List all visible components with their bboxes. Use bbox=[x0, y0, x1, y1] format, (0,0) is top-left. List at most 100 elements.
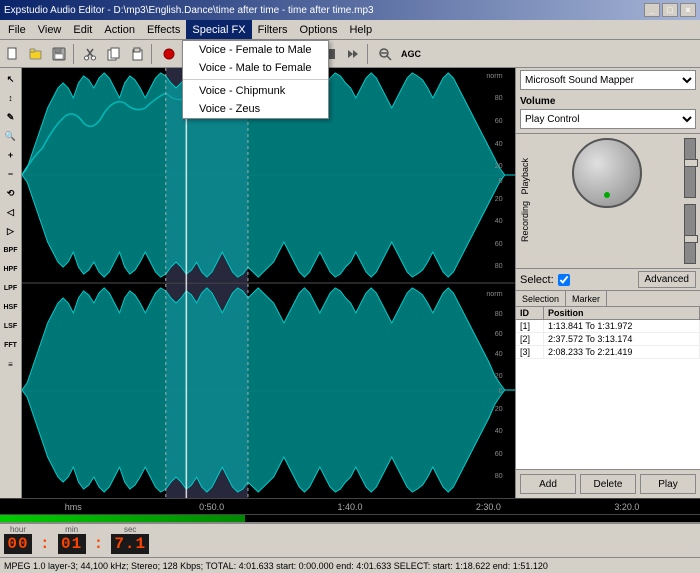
tool-prev[interactable]: ◁ bbox=[2, 203, 20, 221]
toolbar-paste[interactable] bbox=[126, 43, 148, 65]
playback-slider-thumb bbox=[684, 159, 698, 167]
statusbar: MPEG 1.0 layer-3; 44,100 kHz; Stereo; 12… bbox=[0, 557, 700, 573]
menu-voice-zeus[interactable]: Voice - Zeus bbox=[183, 100, 328, 118]
volume-knob[interactable] bbox=[572, 138, 642, 208]
menu-action[interactable]: Action bbox=[98, 20, 141, 39]
svg-text:80: 80 bbox=[495, 94, 503, 102]
volume-label: Volume bbox=[520, 96, 696, 107]
tool-undo[interactable]: ⟲ bbox=[2, 184, 20, 202]
play-marker-button[interactable]: Play bbox=[640, 474, 696, 494]
time-group-min: min 01 bbox=[58, 525, 86, 554]
tool-zoom[interactable]: 🔍 bbox=[2, 127, 20, 145]
toolbar-agc[interactable]: AGC bbox=[397, 43, 425, 65]
tool-hpf[interactable]: HPF bbox=[2, 260, 20, 278]
toolbar-separator-3 bbox=[367, 44, 371, 64]
main-area: ↖ ↕ ✎ 🔍 + − ⟲ ◁ ▷ BPF HPF LPF HSF LSF FF… bbox=[0, 68, 700, 498]
tool-bpf[interactable]: BPF bbox=[2, 241, 20, 259]
toolbar-new[interactable] bbox=[2, 43, 24, 65]
menubar: File View Edit Action Effects Special FX… bbox=[0, 20, 700, 40]
tool-lpf[interactable]: LPF bbox=[2, 279, 20, 297]
recording-slider[interactable] bbox=[684, 204, 696, 264]
svg-text:20: 20 bbox=[495, 195, 503, 203]
volume-section: Volume Play Control bbox=[516, 92, 700, 134]
tool-fft[interactable]: FFT bbox=[2, 336, 20, 354]
markers-table: [1] 1:13.841 To 1:31.972 [2] 2:37.572 To… bbox=[516, 320, 700, 469]
svg-text:norm: norm bbox=[486, 290, 502, 298]
menu-voice-chipmunk[interactable]: Voice - Chipmunk bbox=[183, 82, 328, 100]
delete-marker-button[interactable]: Delete bbox=[580, 474, 636, 494]
tl-hms: hms bbox=[4, 502, 142, 512]
left-toolbar: ↖ ↕ ✎ 🔍 + − ⟲ ◁ ▷ BPF HPF LPF HSF LSF FF… bbox=[0, 68, 22, 498]
dropdown-separator bbox=[183, 79, 328, 80]
marker-pos-1: 1:13.841 To 1:31.972 bbox=[544, 320, 700, 332]
svg-text:norm: norm bbox=[486, 72, 502, 80]
tool-zoom-out[interactable]: − bbox=[2, 165, 20, 183]
toolbar-end[interactable] bbox=[342, 43, 364, 65]
toolbar-open[interactable] bbox=[25, 43, 47, 65]
marker-row-1[interactable]: [1] 1:13.841 To 1:31.972 bbox=[516, 320, 700, 333]
close-button[interactable]: × bbox=[680, 3, 696, 17]
menu-special-fx[interactable]: Special FX bbox=[186, 20, 251, 39]
minimize-button[interactable]: _ bbox=[644, 3, 660, 17]
menu-file[interactable]: File bbox=[2, 20, 32, 39]
tool-hsf[interactable]: HSF bbox=[2, 298, 20, 316]
playback-label: Playback bbox=[520, 158, 530, 195]
menu-effects[interactable]: Effects bbox=[141, 20, 186, 39]
recording-slider-thumb bbox=[684, 235, 698, 243]
tool-zoom-in[interactable]: + bbox=[2, 146, 20, 164]
svg-text:80: 80 bbox=[495, 472, 503, 480]
toolbar-save[interactable] bbox=[48, 43, 70, 65]
timeline-labels: hms 0:50.0 1:40.0 2:30.0 3:20.0 bbox=[0, 502, 700, 512]
titlebar: Expstudio Audio Editor - D:\mp3\English.… bbox=[0, 0, 700, 20]
device-select-row: Microsoft Sound Mapper bbox=[516, 68, 700, 92]
statusbar-text: MPEG 1.0 layer-3; 44,100 kHz; Stereo; 12… bbox=[4, 561, 548, 571]
tab-marker[interactable]: Marker bbox=[566, 291, 607, 306]
tab-selection[interactable]: Selection bbox=[516, 291, 566, 306]
menu-view[interactable]: View bbox=[32, 20, 68, 39]
tool-spectrum[interactable]: ≡ bbox=[2, 355, 20, 373]
menu-help[interactable]: Help bbox=[343, 20, 378, 39]
progress-bar[interactable] bbox=[0, 514, 700, 522]
waveform-svg: norm 80 60 40 20 0 20 40 60 80 norm 80 6… bbox=[22, 68, 515, 498]
toolbar-record[interactable] bbox=[158, 43, 180, 65]
svg-text:60: 60 bbox=[495, 450, 503, 458]
playback-slider[interactable] bbox=[684, 138, 696, 198]
marker-row-2[interactable]: [2] 2:37.572 To 3:13.174 bbox=[516, 333, 700, 346]
menu-options[interactable]: Options bbox=[294, 20, 344, 39]
knob-indicator bbox=[604, 192, 610, 198]
menu-filters[interactable]: Filters bbox=[252, 20, 294, 39]
tool-pencil[interactable]: ✎ bbox=[2, 108, 20, 126]
select-checkbox[interactable] bbox=[558, 274, 570, 286]
markers-header: ID Position bbox=[516, 307, 700, 320]
menu-edit[interactable]: Edit bbox=[67, 20, 98, 39]
menu-voice-female-to-male[interactable]: Voice - Female to Male bbox=[183, 41, 328, 59]
svg-text:40: 40 bbox=[495, 140, 503, 148]
marker-pos-2: 2:37.572 To 3:13.174 bbox=[544, 333, 700, 345]
maximize-button[interactable]: □ bbox=[662, 3, 678, 17]
play-control-select[interactable]: Play Control bbox=[520, 109, 696, 129]
tool-move[interactable]: ↕ bbox=[2, 89, 20, 107]
toolbar-zoom-out[interactable] bbox=[374, 43, 396, 65]
special-fx-dropdown: Voice - Female to Male Voice - Male to F… bbox=[182, 40, 329, 119]
tool-lsf[interactable]: LSF bbox=[2, 317, 20, 335]
tool-next[interactable]: ▷ bbox=[2, 222, 20, 240]
toolbar-cut[interactable] bbox=[80, 43, 102, 65]
time-group-sec: sec 7.1 bbox=[111, 525, 149, 554]
menu-voice-male-to-female[interactable]: Voice - Male to Female bbox=[183, 59, 328, 77]
tool-select[interactable]: ↖ bbox=[2, 70, 20, 88]
svg-text:60: 60 bbox=[495, 240, 503, 248]
tl-230: 2:30.0 bbox=[419, 502, 557, 512]
add-marker-button[interactable]: Add bbox=[520, 474, 576, 494]
svg-text:0: 0 bbox=[499, 177, 503, 185]
marker-row-3[interactable]: [3] 2:08.233 To 2:21.419 bbox=[516, 346, 700, 359]
recording-label: Recording bbox=[520, 201, 530, 242]
right-panel: Microsoft Sound Mapper Volume Play Contr… bbox=[515, 68, 700, 498]
toolbar-copy[interactable] bbox=[103, 43, 125, 65]
markers-section: Selection Marker ID Position [1] 1:13.84… bbox=[516, 291, 700, 498]
svg-text:40: 40 bbox=[495, 427, 503, 435]
svg-text:60: 60 bbox=[495, 117, 503, 125]
waveform-area[interactable]: norm 80 60 40 20 0 20 40 60 80 norm 80 6… bbox=[22, 68, 515, 498]
advanced-button[interactable]: Advanced bbox=[638, 271, 696, 288]
device-select[interactable]: Microsoft Sound Mapper bbox=[520, 70, 696, 90]
min-value: 01 bbox=[58, 534, 86, 554]
